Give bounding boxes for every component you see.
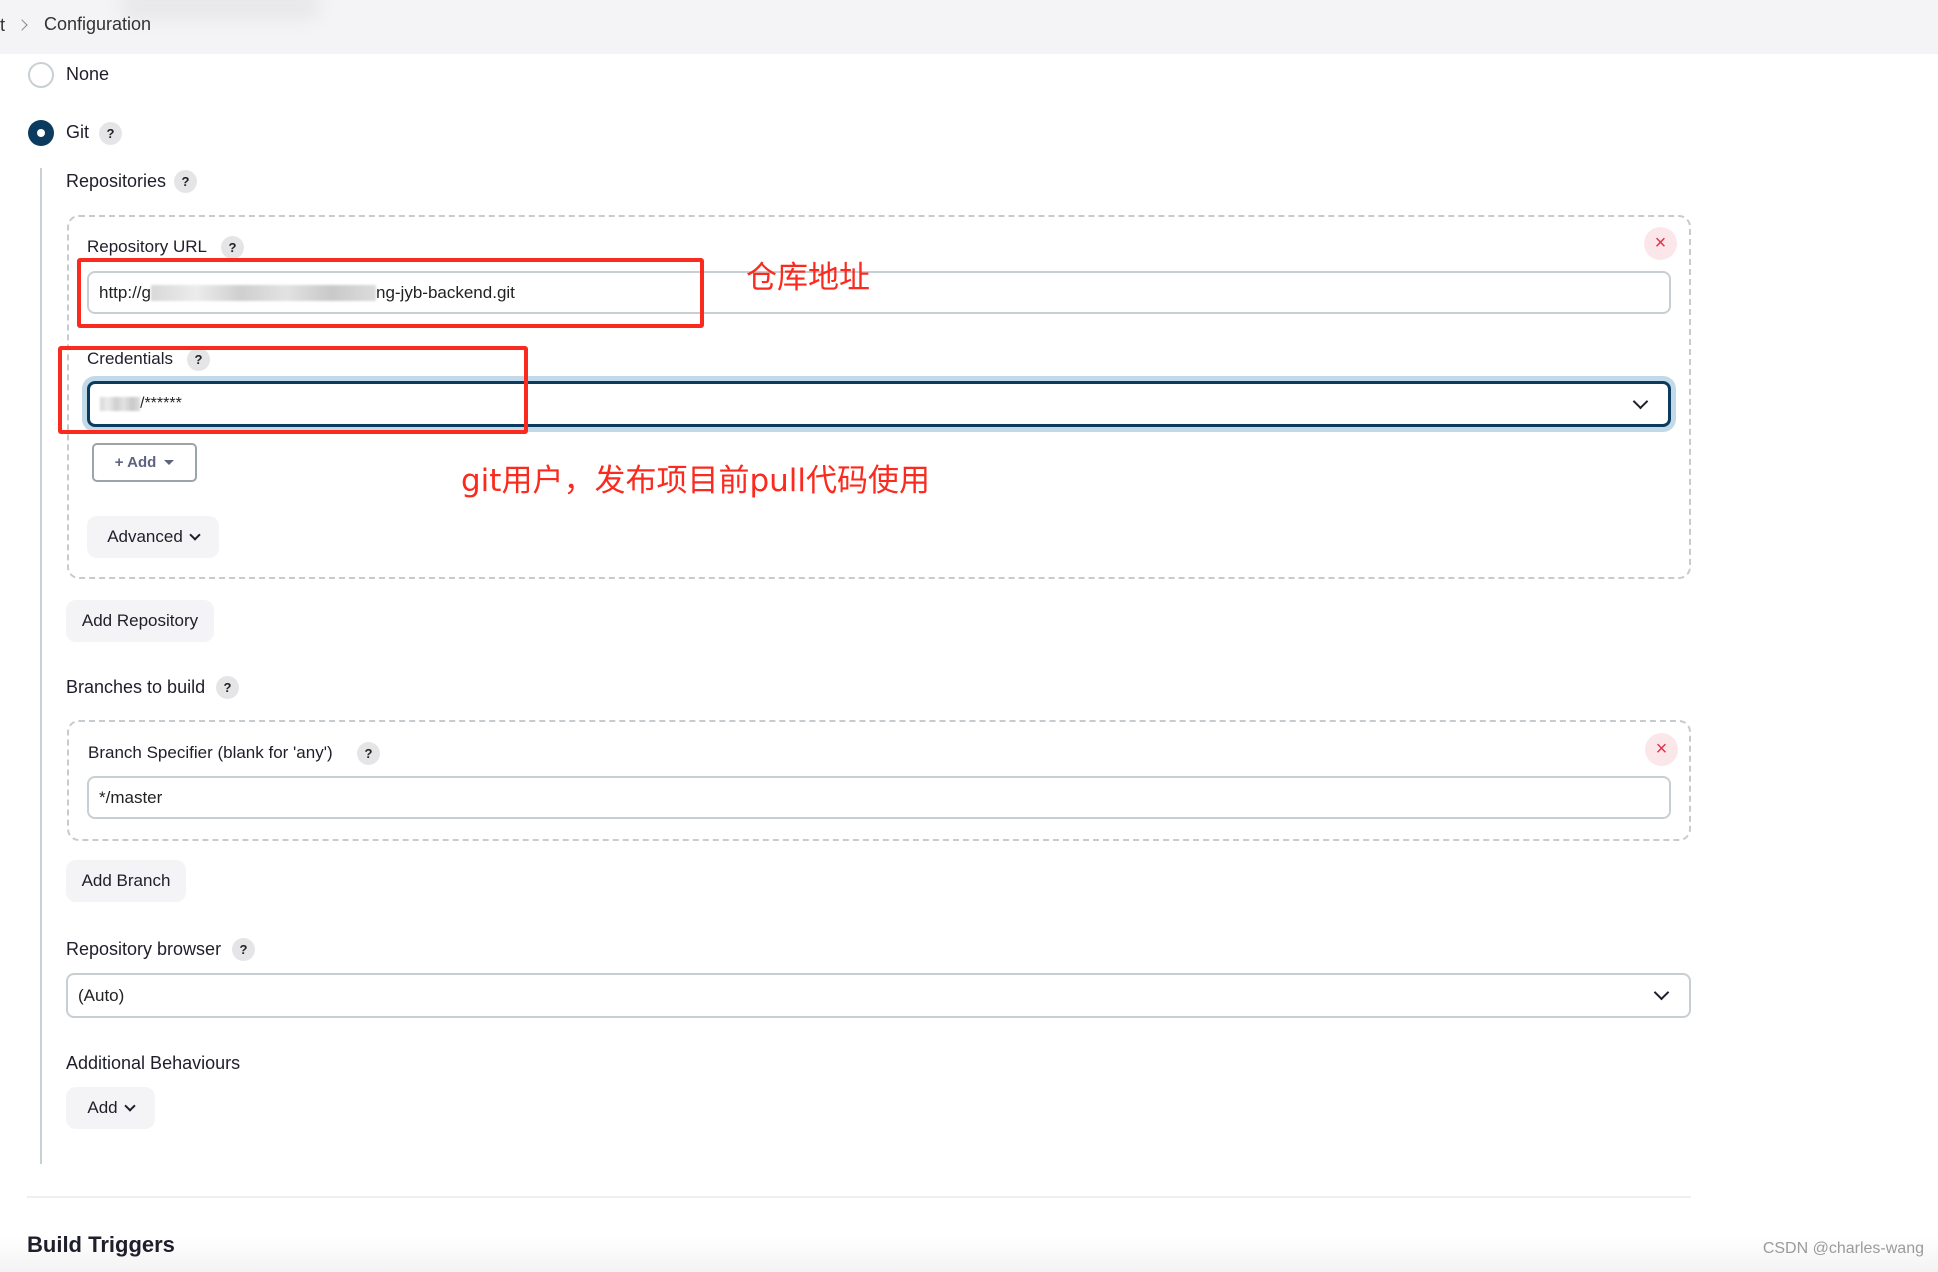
git-section-indent-line xyxy=(40,168,42,1164)
scm-git-label[interactable]: Git xyxy=(66,122,89,143)
branch-specifier-value: */master xyxy=(99,787,163,807)
git-help-icon[interactable]: ? xyxy=(99,122,122,145)
repository-url-label: Repository URL xyxy=(87,237,207,256)
scm-git-radio[interactable] xyxy=(28,120,54,146)
advanced-label: Advanced xyxy=(107,527,183,546)
chevron-down-icon xyxy=(1632,393,1649,410)
caret-down-icon xyxy=(164,460,175,465)
add-credentials-button[interactable]: + Add xyxy=(92,443,197,482)
repositories-label: Repositories xyxy=(66,171,167,191)
branch-specifier-label: Branch Specifier (blank for 'any') xyxy=(88,743,333,762)
chevron-down-icon xyxy=(1653,984,1670,1001)
section-divider xyxy=(27,1196,1691,1198)
build-triggers-heading: Build Triggers xyxy=(27,1232,175,1257)
annotation-box-repo-url xyxy=(77,258,704,328)
add-behaviour-label: Add xyxy=(87,1098,118,1117)
annotation-git-user: git用户，发布项目前pull代码使用 xyxy=(461,463,930,499)
scm-none-label[interactable]: None xyxy=(66,64,109,85)
breadcrumb-bar xyxy=(0,0,1938,54)
add-branch-button[interactable]: Add Branch xyxy=(66,860,186,902)
breadcrumb-current[interactable]: Configuration xyxy=(44,14,151,35)
repository-browser-value: (Auto) xyxy=(78,985,125,1005)
delete-branch-icon[interactable]: × xyxy=(1645,733,1678,766)
advanced-button[interactable]: Advanced xyxy=(87,516,219,558)
scm-none-radio[interactable] xyxy=(28,62,54,88)
repository-browser-help-icon[interactable]: ? xyxy=(232,938,255,961)
branches-help-icon[interactable]: ? xyxy=(216,676,239,699)
repository-browser-label: Repository browser xyxy=(66,939,222,959)
add-behaviour-button[interactable]: Add xyxy=(66,1087,155,1129)
annotation-repo-address: 仓库地址 xyxy=(746,260,870,296)
add-repository-button[interactable]: Add Repository xyxy=(66,600,214,642)
chevron-down-icon xyxy=(123,1100,136,1112)
bottom-fade xyxy=(0,1236,1938,1272)
repositories-help-icon[interactable]: ? xyxy=(174,170,197,193)
watermark: CSDN @charles-wang xyxy=(1762,1240,1924,1257)
repository-url-help-icon[interactable]: ? xyxy=(221,236,244,259)
delete-repository-icon[interactable]: × xyxy=(1644,227,1677,260)
branches-label: Branches to build xyxy=(66,677,206,697)
branch-specifier-input[interactable]: */master xyxy=(87,776,1671,819)
repository-browser-select[interactable]: (Auto) xyxy=(66,973,1691,1018)
additional-behaviours-label: Additional Behaviours xyxy=(66,1053,241,1073)
annotation-box-credentials xyxy=(58,346,528,434)
chevron-down-icon xyxy=(189,529,201,541)
branch-specifier-help-icon[interactable]: ? xyxy=(357,742,380,765)
breadcrumb-previous[interactable]: t xyxy=(0,15,5,36)
add-credentials-label: + Add xyxy=(114,454,157,471)
